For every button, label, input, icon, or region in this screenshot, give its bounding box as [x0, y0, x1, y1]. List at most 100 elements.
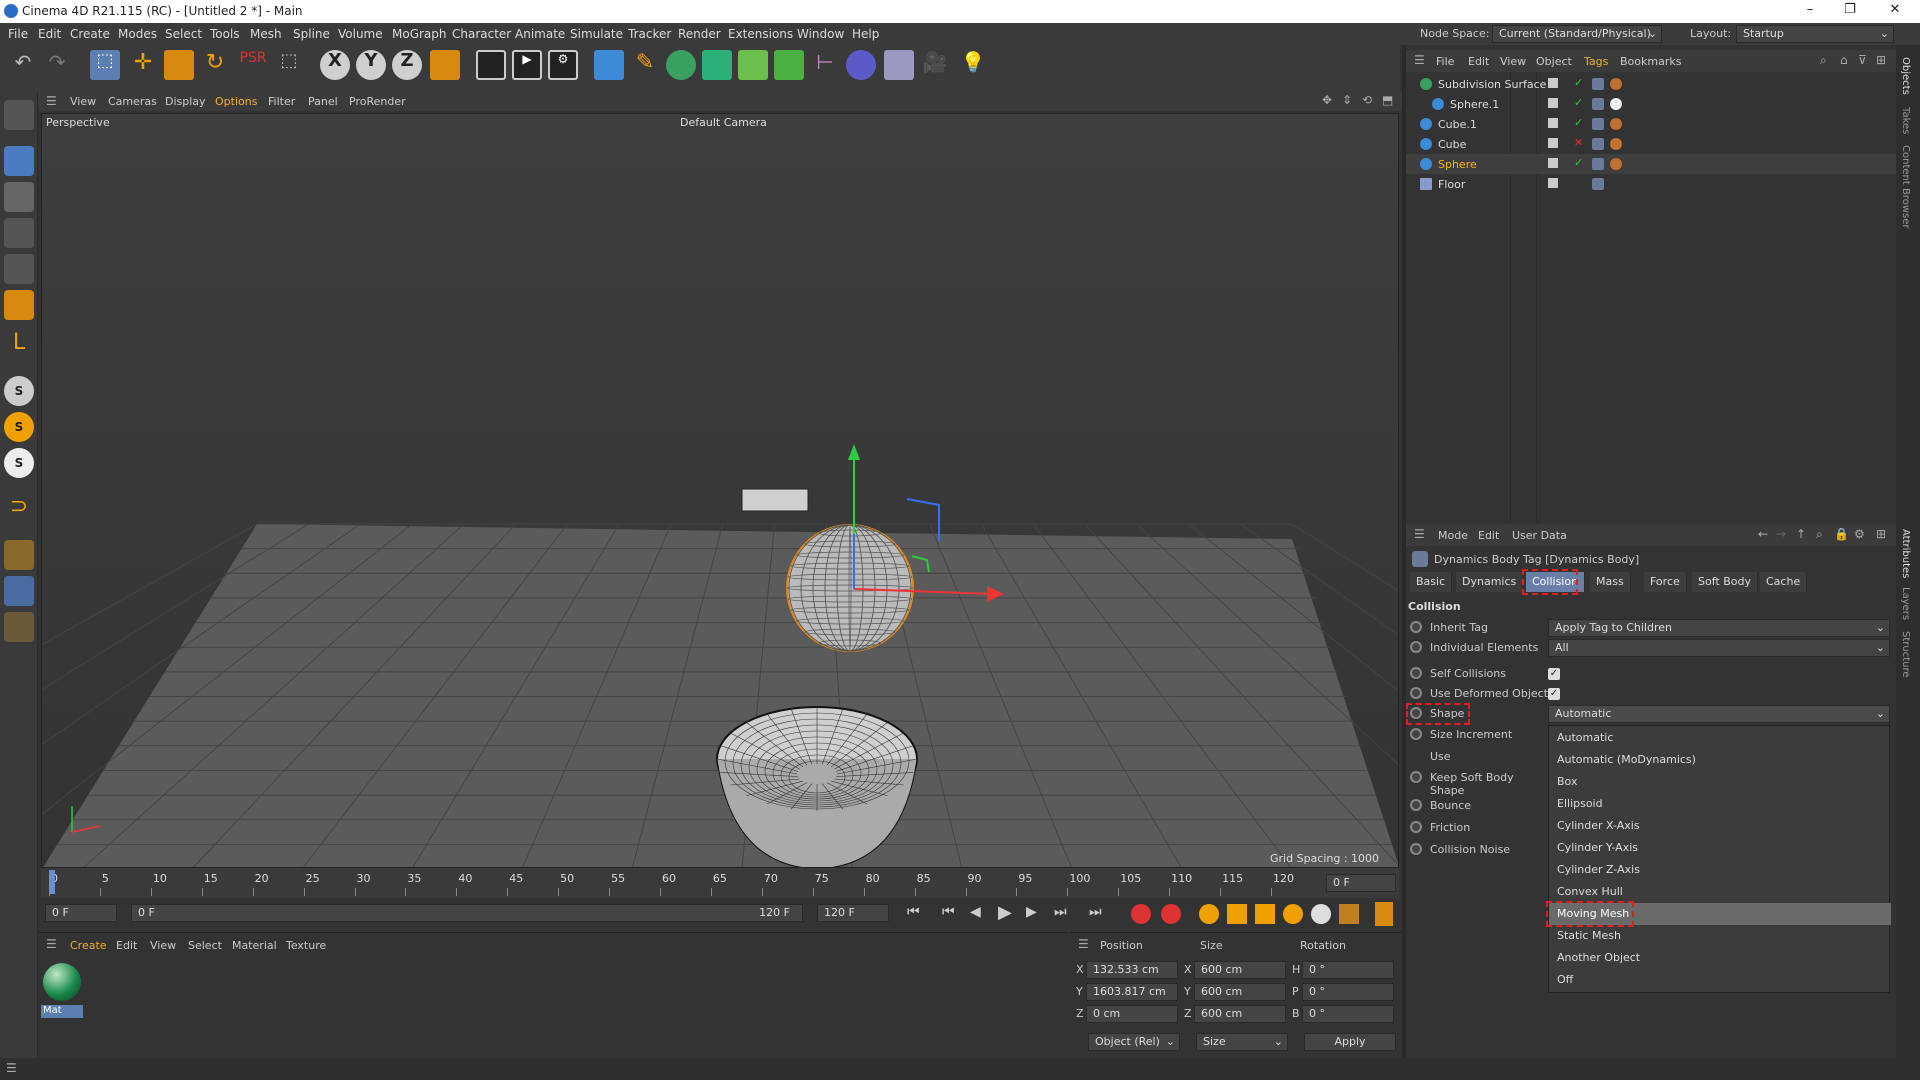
- object-name[interactable]: Floor: [1438, 178, 1465, 191]
- back-arrow-icon[interactable]: ←: [1758, 527, 1768, 541]
- size-increment-radio[interactable]: [1410, 728, 1422, 743]
- object-row[interactable]: Subdivision Surface ✓: [1406, 74, 1896, 94]
- pen-icon[interactable]: ✎: [630, 50, 660, 80]
- visibility-toggle-icon[interactable]: [1548, 78, 1558, 88]
- next-key-icon[interactable]: ⏭: [1054, 904, 1067, 920]
- menu-select[interactable]: Select: [165, 27, 202, 41]
- side-tab-structure[interactable]: Structure: [1900, 631, 1911, 678]
- key-parameter-icon[interactable]: [1311, 904, 1331, 924]
- tab-soft-body[interactable]: Soft Body: [1692, 572, 1758, 592]
- menu-extensions[interactable]: Extensions: [728, 27, 793, 41]
- environment-icon[interactable]: [846, 50, 876, 80]
- attr-menu-mode[interactable]: Mode: [1438, 529, 1468, 542]
- start-frame-field[interactable]: 0 F: [45, 904, 117, 922]
- locked-workplane-icon[interactable]: [4, 576, 34, 606]
- tab-force[interactable]: Force: [1644, 572, 1687, 592]
- rotation-field[interactable]: 0 °: [1302, 1005, 1394, 1023]
- shape-option[interactable]: Convex Hull: [1549, 881, 1891, 903]
- obj-menu-view[interactable]: View: [1500, 55, 1526, 68]
- next-frame-icon[interactable]: ▶: [1026, 904, 1037, 920]
- cube-icon[interactable]: [594, 50, 624, 80]
- object-name[interactable]: Sphere.1: [1450, 98, 1499, 111]
- friction-radio[interactable]: [1410, 821, 1422, 836]
- visibility-toggle-icon[interactable]: [1548, 118, 1558, 128]
- light-icon[interactable]: 💡: [958, 50, 988, 80]
- shape-option[interactable]: Cylinder Z-Axis: [1549, 859, 1891, 881]
- minimize-button[interactable]: –: [1790, 2, 1830, 20]
- shape-option[interactable]: Cylinder X-Axis: [1549, 815, 1891, 837]
- object-name[interactable]: Subdivision Surface: [1438, 78, 1546, 91]
- settings-icon[interactable]: ⚙: [1854, 527, 1865, 541]
- previous-key-icon[interactable]: ⏮: [942, 904, 955, 920]
- size-field[interactable]: 600 cm: [1194, 1005, 1286, 1023]
- hamburger-icon[interactable]: ☰: [46, 937, 57, 951]
- apply-button[interactable]: Apply: [1304, 1033, 1396, 1051]
- orbit-icon[interactable]: ⟲: [1362, 93, 1372, 107]
- position-field[interactable]: 0 cm: [1086, 1005, 1178, 1023]
- z-axis-icon[interactable]: Z: [392, 50, 422, 80]
- enable-toggle-icon[interactable]: ✕: [1574, 136, 1583, 149]
- go-to-start-icon[interactable]: ⏮: [907, 904, 920, 920]
- collision-noise-radio[interactable]: [1410, 843, 1422, 858]
- field-icon[interactable]: ⊢: [810, 50, 840, 80]
- viewport-menu-filter[interactable]: Filter: [268, 95, 295, 108]
- hamburger-icon[interactable]: ☰: [6, 1061, 17, 1075]
- enable-toggle-icon[interactable]: ✓: [1574, 76, 1583, 89]
- polygons-mode-icon[interactable]: [4, 290, 34, 320]
- object-name[interactable]: Cube.1: [1438, 118, 1477, 131]
- home-icon[interactable]: ⌂: [1840, 53, 1848, 67]
- shape-option[interactable]: Cylinder Y-Axis: [1549, 837, 1891, 859]
- enable-toggle-icon[interactable]: ✓: [1574, 156, 1583, 169]
- preview-range-slider[interactable]: 0 F 120 F: [131, 904, 803, 922]
- object-row[interactable]: Cube.1 ✓: [1406, 114, 1896, 134]
- current-frame-field[interactable]: 0 F: [1326, 874, 1396, 892]
- select-tool-icon[interactable]: ⬚: [274, 50, 304, 80]
- menu-mesh[interactable]: Mesh: [250, 27, 282, 41]
- camera-icon[interactable]: 🎥: [920, 50, 950, 80]
- forward-arrow-icon[interactable]: →: [1776, 527, 1786, 541]
- close-button[interactable]: ✕: [1875, 2, 1915, 20]
- menu-volume[interactable]: Volume: [338, 27, 383, 41]
- menu-window[interactable]: Window: [797, 27, 844, 41]
- hamburger-icon[interactable]: ☰: [1078, 937, 1089, 951]
- workplane-icon[interactable]: [4, 540, 34, 570]
- attr-menu-edit[interactable]: Edit: [1478, 529, 1499, 542]
- rotation-field[interactable]: 0 °: [1302, 961, 1394, 979]
- side-tab-objects[interactable]: Objects: [1900, 57, 1911, 95]
- menu-tools[interactable]: Tools: [210, 27, 240, 41]
- material-tag-icon[interactable]: [1610, 118, 1622, 130]
- inherit-tag-radio[interactable]: [1410, 621, 1422, 636]
- magnet-icon[interactable]: ⊃: [4, 494, 34, 524]
- previous-frame-icon[interactable]: ◀: [970, 904, 981, 920]
- tab-basic[interactable]: Basic: [1410, 572, 1453, 592]
- coordinate-system-icon[interactable]: [430, 50, 460, 80]
- side-tab-attributes[interactable]: Attributes: [1900, 529, 1911, 578]
- material-menu-view[interactable]: View: [150, 939, 176, 952]
- playhead[interactable]: [49, 870, 55, 894]
- tab-dynamics[interactable]: Dynamics: [1456, 572, 1524, 592]
- object-row[interactable]: Sphere ✓: [1406, 154, 1896, 174]
- y-axis-icon[interactable]: Y: [356, 50, 386, 80]
- self-collisions-checkbox[interactable]: ✓: [1548, 668, 1560, 680]
- menu-modes[interactable]: Modes: [118, 27, 157, 41]
- key-pla-icon[interactable]: [1339, 904, 1359, 924]
- viewport-camera[interactable]: Default Camera: [680, 116, 767, 129]
- shape-option[interactable]: Another Object: [1549, 947, 1891, 969]
- auto-keying-icon[interactable]: [1161, 904, 1181, 924]
- attr-menu-user-data[interactable]: User Data: [1512, 529, 1567, 542]
- visibility-toggle-icon[interactable]: [1548, 98, 1558, 108]
- up-arrow-icon[interactable]: ↑: [1796, 527, 1806, 541]
- snap-icon[interactable]: S: [4, 376, 34, 406]
- position-field[interactable]: 1603.817 cm: [1086, 983, 1178, 1001]
- material-tag-icon[interactable]: [1610, 98, 1622, 110]
- x-axis-icon[interactable]: X: [320, 50, 350, 80]
- menu-animate[interactable]: Animate: [515, 27, 565, 41]
- texture-mode-icon[interactable]: [4, 182, 34, 212]
- material-preview[interactable]: [43, 963, 81, 1001]
- shape-option[interactable]: Ellipsoid: [1549, 793, 1891, 815]
- menu-render[interactable]: Render: [678, 27, 721, 41]
- visibility-toggle-icon[interactable]: [1548, 158, 1558, 168]
- timeline-ruler[interactable]: 0510152025303540455055606570758085909510…: [41, 868, 1399, 898]
- move-icon[interactable]: ✛: [128, 50, 158, 80]
- individual-elements-radio[interactable]: [1410, 641, 1422, 656]
